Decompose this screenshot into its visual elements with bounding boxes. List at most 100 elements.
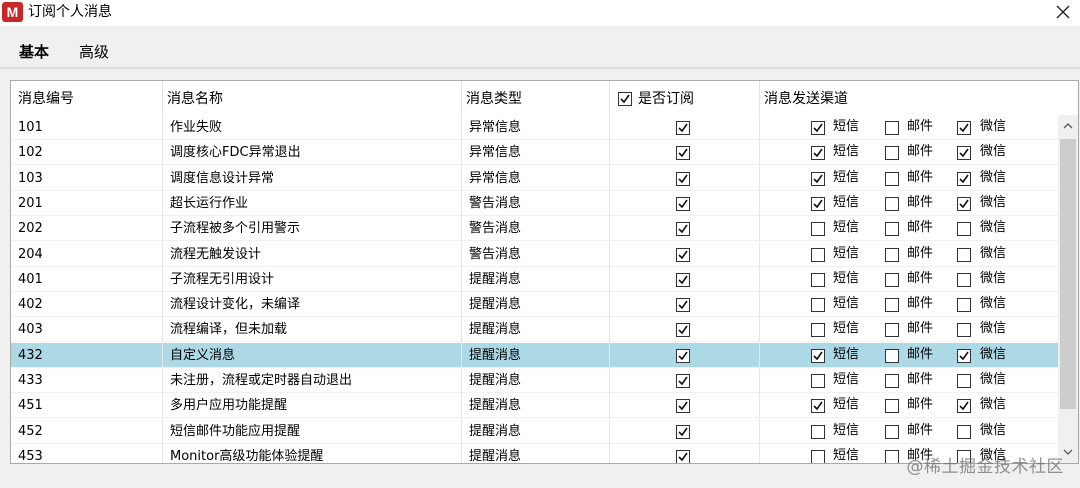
table-row[interactable]: 453 Monitor高级功能体验提醒 提醒消息 短信 邮件 微信 — [11, 444, 1059, 463]
mail-checkbox[interactable] — [885, 248, 899, 262]
wechat-checkbox[interactable] — [957, 374, 971, 388]
subscribe-checkbox[interactable] — [676, 222, 690, 236]
subscribe-checkbox[interactable] — [676, 273, 690, 287]
sms-label: 短信 — [833, 423, 860, 438]
wechat-checkbox[interactable] — [957, 273, 971, 287]
col-header-subscribed[interactable]: 是否订阅 — [633, 81, 694, 115]
wechat-checkbox[interactable] — [957, 172, 971, 186]
mail-checkbox[interactable] — [885, 425, 899, 439]
sms-checkbox[interactable] — [811, 121, 825, 135]
window-title: 订阅个人消息 — [28, 4, 112, 20]
sms-checkbox[interactable] — [811, 450, 825, 463]
row-separator — [162, 242, 163, 267]
subscribe-checkbox[interactable] — [676, 450, 690, 463]
row-separator — [759, 419, 760, 444]
mail-checkbox[interactable] — [885, 298, 899, 312]
subscribe-checkbox[interactable] — [676, 121, 690, 135]
tab-advanced[interactable]: 高级 — [79, 41, 109, 62]
wechat-checkbox[interactable] — [957, 298, 971, 312]
wechat-label: 微信 — [980, 321, 1007, 336]
mail-checkbox[interactable] — [885, 146, 899, 160]
subscribe-checkbox[interactable] — [676, 197, 690, 211]
table-row[interactable]: 451 多用户应用功能提醒 提醒消息 短信 邮件 微信 — [11, 393, 1059, 418]
wechat-checkbox[interactable] — [957, 197, 971, 211]
mail-checkbox[interactable] — [885, 450, 899, 463]
sms-checkbox[interactable] — [811, 273, 825, 287]
cell-message-type: 警告消息 — [469, 196, 522, 211]
table-row[interactable]: 433 未注册，流程或定时器自动退出 提醒消息 短信 邮件 微信 — [11, 368, 1059, 393]
mail-checkbox[interactable] — [885, 121, 899, 135]
mail-checkbox[interactable] — [885, 399, 899, 413]
sms-label: 短信 — [833, 195, 860, 210]
tab-basic[interactable]: 基本 — [19, 41, 49, 62]
wechat-checkbox[interactable] — [957, 425, 971, 439]
mail-checkbox[interactable] — [885, 323, 899, 337]
mail-checkbox[interactable] — [885, 349, 899, 363]
sms-checkbox[interactable] — [811, 425, 825, 439]
subscribe-checkbox[interactable] — [676, 425, 690, 439]
col-header-id[interactable]: 消息编号 — [13, 81, 74, 115]
sms-checkbox[interactable] — [811, 222, 825, 236]
row-separator — [162, 267, 163, 292]
sms-checkbox[interactable] — [811, 399, 825, 413]
sms-checkbox[interactable] — [811, 248, 825, 262]
scrollbar-thumb[interactable] — [1060, 139, 1076, 409]
table-row[interactable]: 403 流程编译，但未加载 提醒消息 短信 邮件 微信 — [11, 317, 1059, 342]
subscribe-checkbox[interactable] — [676, 298, 690, 312]
close-button[interactable] — [1050, 0, 1076, 24]
wechat-checkbox[interactable] — [957, 248, 971, 262]
wechat-checkbox[interactable] — [957, 349, 971, 363]
mail-checkbox[interactable] — [885, 374, 899, 388]
subscribe-checkbox[interactable] — [676, 248, 690, 262]
col-header-name[interactable]: 消息名称 — [162, 81, 223, 115]
wechat-checkbox[interactable] — [957, 323, 971, 337]
table-row[interactable]: 402 流程设计变化，未编译 提醒消息 短信 邮件 微信 — [11, 292, 1059, 317]
table-row[interactable]: 101 作业失败 异常信息 短信 邮件 微信 — [11, 115, 1059, 140]
sms-checkbox[interactable] — [811, 323, 825, 337]
table-row[interactable]: 201 超长运行作业 警告消息 短信 邮件 微信 — [11, 191, 1059, 216]
wechat-checkbox[interactable] — [957, 399, 971, 413]
mail-checkbox[interactable] — [885, 172, 899, 186]
table-row[interactable]: 202 子流程被多个引用警示 警告消息 短信 邮件 微信 — [11, 216, 1059, 241]
table-row[interactable]: 102 调度核心FDC异常退出 异常信息 短信 邮件 微信 — [11, 140, 1059, 165]
sms-checkbox[interactable] — [811, 197, 825, 211]
sms-checkbox[interactable] — [811, 298, 825, 312]
table-row[interactable]: 103 调度信息设计异常 异常信息 短信 邮件 微信 — [11, 166, 1059, 191]
subscribe-checkbox[interactable] — [676, 146, 690, 160]
col-header-channels[interactable]: 消息发送渠道 — [759, 81, 848, 115]
table-row[interactable]: 452 短信邮件功能应用提醒 提醒消息 短信 邮件 微信 — [11, 419, 1059, 444]
cell-message-name: 子流程被多个引用警示 — [170, 221, 301, 236]
sms-checkbox[interactable] — [811, 172, 825, 186]
col-header-type[interactable]: 消息类型 — [461, 81, 522, 115]
mail-checkbox[interactable] — [885, 222, 899, 236]
mail-checkbox[interactable] — [885, 197, 899, 211]
scroll-up-icon[interactable] — [1063, 121, 1073, 131]
subscribe-all-checkbox[interactable] — [618, 92, 632, 106]
subscribe-checkbox[interactable] — [676, 374, 690, 388]
row-separator — [609, 216, 610, 241]
mail-label: 邮件 — [907, 220, 934, 235]
row-separator — [162, 444, 163, 463]
table-row[interactable]: 432 自定义消息 提醒消息 短信 邮件 微信 — [11, 343, 1059, 368]
tab-bar: 基本 高级 — [0, 26, 1080, 69]
wechat-checkbox[interactable] — [957, 146, 971, 160]
cell-message-name: 流程编译，但未加载 — [170, 322, 288, 337]
sms-checkbox[interactable] — [811, 374, 825, 388]
row-separator — [461, 242, 462, 267]
vertical-scrollbar[interactable] — [1058, 115, 1078, 463]
row-separator — [759, 368, 760, 393]
checkmark-icon — [678, 427, 688, 437]
subscribe-checkbox[interactable] — [676, 172, 690, 186]
mail-checkbox[interactable] — [885, 273, 899, 287]
wechat-checkbox[interactable] — [957, 121, 971, 135]
wechat-checkbox[interactable] — [957, 222, 971, 236]
subscribe-checkbox[interactable] — [676, 349, 690, 363]
subscribe-checkbox[interactable] — [676, 399, 690, 413]
sms-checkbox[interactable] — [811, 349, 825, 363]
scroll-down-icon[interactable] — [1063, 447, 1073, 457]
sms-label: 短信 — [833, 448, 860, 463]
subscribe-checkbox[interactable] — [676, 323, 690, 337]
table-row[interactable]: 401 子流程无引用设计 提醒消息 短信 邮件 微信 — [11, 267, 1059, 292]
sms-checkbox[interactable] — [811, 146, 825, 160]
table-row[interactable]: 204 流程无触发设计 警告消息 短信 邮件 微信 — [11, 242, 1059, 267]
